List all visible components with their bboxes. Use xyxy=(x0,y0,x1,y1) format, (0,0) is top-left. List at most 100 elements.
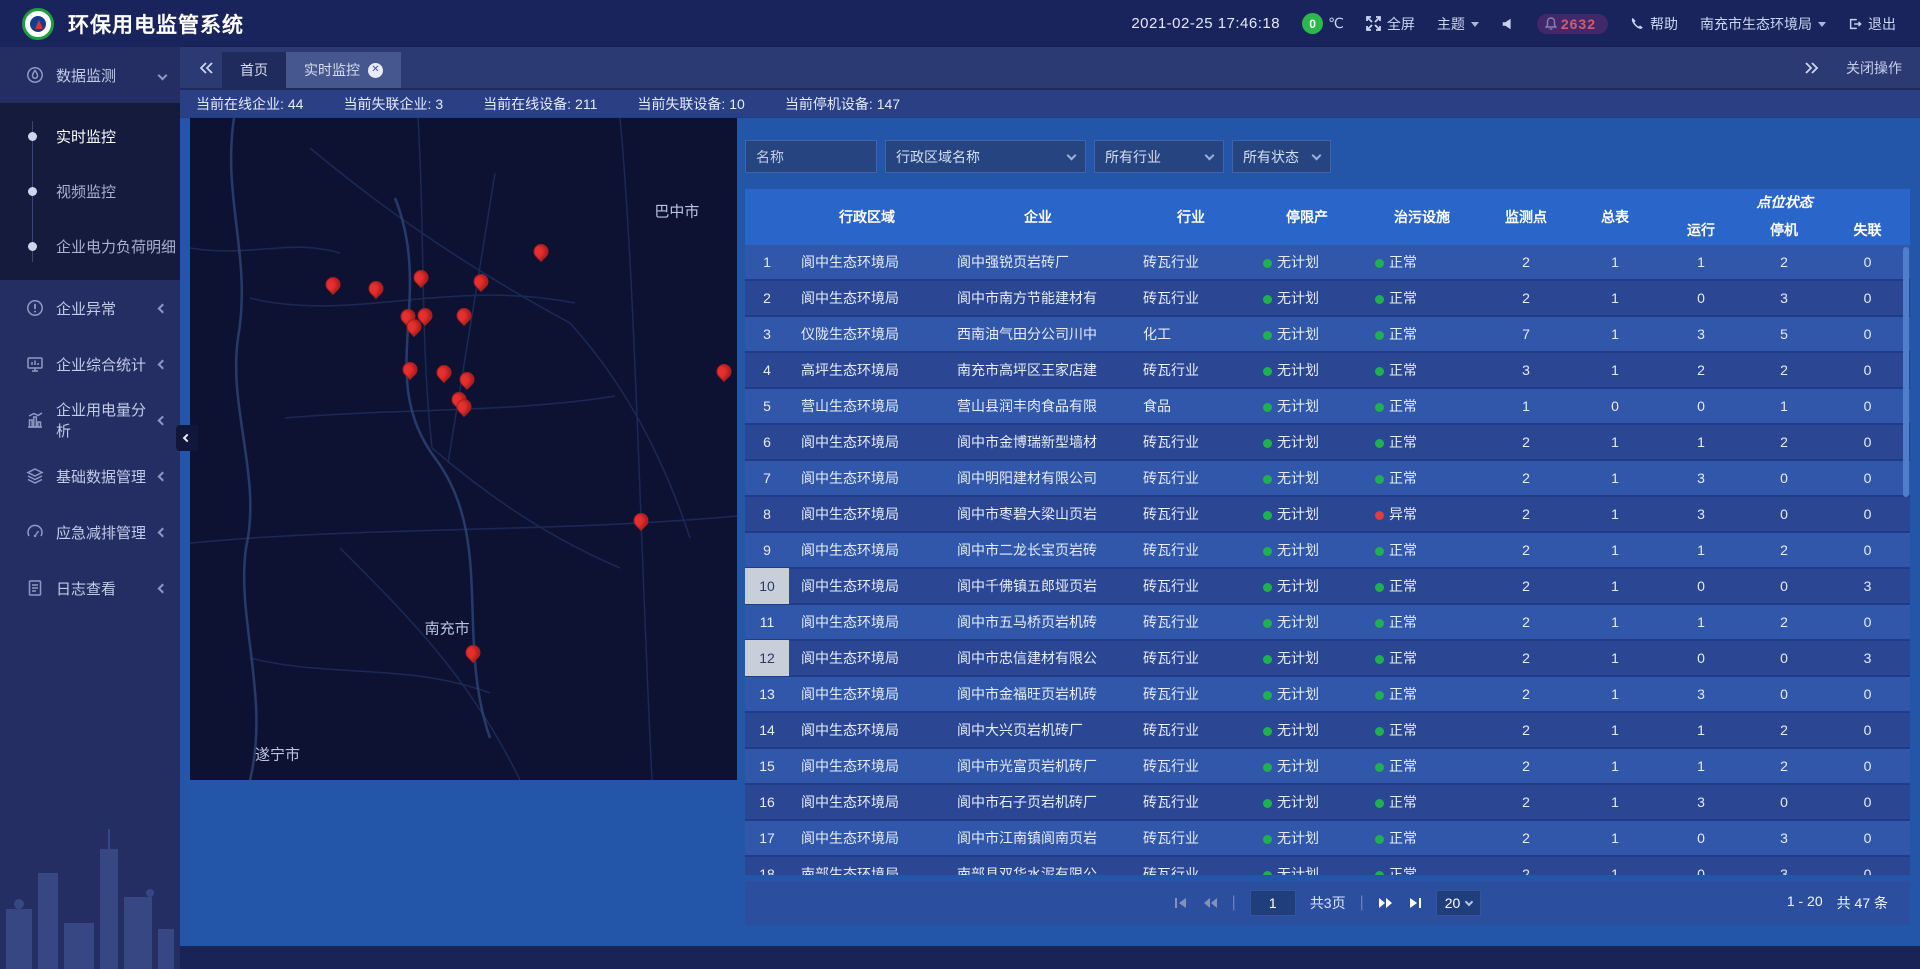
table-body: 1阆中生态环境局阆中强锐页岩砖厂砖瓦行业无计划正常211202阆中生态环境局阆中… xyxy=(745,245,1910,875)
table-row[interactable]: 9阆中生态环境局阆中市二龙长宝页岩砖砖瓦行业无计划正常21120 xyxy=(745,533,1910,569)
table-row[interactable]: 3仪陇生态环境局西南油气田分公司川中化工无计划正常71350 xyxy=(745,317,1910,353)
table-row[interactable]: 6阆中生态环境局阆中市金博瑞新型墙材砖瓦行业无计划正常21120 xyxy=(745,425,1910,461)
skyline-graphic xyxy=(0,819,180,969)
top-bar: 环保用电监管系统 2021-02-25 17:46:18 0 ℃ 全屏 主题 2… xyxy=(0,0,1920,47)
page-number-input[interactable] xyxy=(1250,890,1296,916)
industry-select[interactable]: 所有行业 xyxy=(1094,140,1224,173)
status-online-enterprises: 当前在线企业:44 xyxy=(196,94,303,114)
table-row[interactable]: 17阆中生态环境局阆中市江南镇阆南页岩砖瓦行业无计划正常21030 xyxy=(745,821,1910,857)
status-dot xyxy=(1375,439,1384,448)
tab-home[interactable]: 首页 xyxy=(222,52,286,88)
last-page-button[interactable] xyxy=(1408,896,1422,910)
table-row[interactable]: 5营山生态环境局营山县润丰肉食品有限食品无计划正常10010 xyxy=(745,389,1910,425)
bell-icon xyxy=(1545,17,1557,30)
map-label-layer: 巴中市南充市遂宁市 xyxy=(190,118,737,780)
sidebar-item-power-analysis[interactable]: 企业用电量分析 xyxy=(0,392,180,448)
table-row[interactable]: 15阆中生态环境局阆中市光富页岩机砖厂砖瓦行业无计划正常21120 xyxy=(745,749,1910,785)
gauge-icon xyxy=(26,523,44,541)
map-city-label: 遂宁市 xyxy=(255,743,300,764)
table-row[interactable]: 1阆中生态环境局阆中强锐页岩砖厂砖瓦行业无计划正常21120 xyxy=(745,245,1910,281)
sidebar-item-enterprise-abnormal[interactable]: 企业异常 xyxy=(0,280,180,336)
close-operations-button[interactable]: 关闭操作 xyxy=(1846,58,1902,78)
status-dot xyxy=(1263,259,1272,268)
theme-menu[interactable]: 主题 xyxy=(1437,14,1479,34)
tabs-scroll-right-icon[interactable] xyxy=(1804,61,1820,75)
status-dot xyxy=(1263,619,1272,628)
status-dot xyxy=(1263,403,1272,412)
table-row[interactable]: 14阆中生态环境局阆中大兴页岩机砖厂砖瓦行业无计划正常21120 xyxy=(745,713,1910,749)
sidebar-item-enterprise-stats[interactable]: 企业综合统计 xyxy=(0,336,180,392)
pagination-summary: 1 - 20 共 47 条 xyxy=(1787,893,1888,913)
status-dot xyxy=(1375,547,1384,556)
prev-page-button[interactable] xyxy=(1202,896,1218,910)
total-pages-label: 共3页 xyxy=(1310,893,1346,913)
chevron-left-icon xyxy=(158,415,168,425)
table-row[interactable]: 4高坪生态环境局南充市高坪区王家店建砖瓦行业无计划正常31220 xyxy=(745,353,1910,389)
page-size-select[interactable]: 20 xyxy=(1436,890,1482,916)
table-row[interactable]: 10阆中生态环境局阆中千佛镇五郎垭页岩砖瓦行业无计划正常21003 xyxy=(745,569,1910,605)
table-row[interactable]: 12阆中生态环境局阆中市忠信建材有限公砖瓦行业无计划正常21003 xyxy=(745,641,1910,677)
sidebar-item-base-data[interactable]: 基础数据管理 xyxy=(0,448,180,504)
sidebar-collapse-button[interactable] xyxy=(176,425,198,451)
table-row[interactable]: 18南部生态环境局南部县双华水泥有限公砖瓦行业无计划正常21030 xyxy=(745,857,1910,875)
org-menu[interactable]: 南充市生态环境局 xyxy=(1700,14,1826,34)
table-row[interactable]: 11阆中生态环境局阆中市五马桥页岩机砖砖瓦行业无计划正常21120 xyxy=(745,605,1910,641)
bar-chart-icon xyxy=(26,411,44,429)
app-title: 环保用电监管系统 xyxy=(68,9,244,39)
col-header-region: 行政区域 xyxy=(789,189,945,245)
region-select[interactable]: 行政区域名称 xyxy=(885,140,1086,173)
status-dot xyxy=(1375,727,1384,736)
status-dot xyxy=(1263,583,1272,592)
table-row[interactable]: 2阆中生态环境局阆中市南方节能建材有砖瓦行业无计划正常21030 xyxy=(745,281,1910,317)
help-button[interactable]: 帮助 xyxy=(1630,14,1678,34)
name-search-input[interactable] xyxy=(745,140,877,173)
status-dot xyxy=(1375,835,1384,844)
sidebar-item-realtime-monitor[interactable]: 实时监控 xyxy=(0,109,180,164)
fullscreen-button[interactable]: 全屏 xyxy=(1366,14,1415,34)
table-scrollbar[interactable] xyxy=(1903,247,1909,497)
table-row[interactable]: 7阆中生态环境局阆中明阳建材有限公司砖瓦行业无计划正常21300 xyxy=(745,461,1910,497)
temperature-badge: 0 xyxy=(1302,13,1323,34)
status-dot xyxy=(1375,691,1384,700)
data-monitor-icon xyxy=(26,66,44,84)
status-dot xyxy=(1263,295,1272,304)
status-online-devices: 当前在线设备:211 xyxy=(483,94,597,114)
temperature-unit: ℃ xyxy=(1328,15,1344,32)
prev-page-icon xyxy=(1202,896,1218,910)
table-row[interactable]: 13阆中生态环境局阆中市金福旺页岩机砖砖瓦行业无计划正常21300 xyxy=(745,677,1910,713)
sidebar-item-data-monitor[interactable]: 数据监测 xyxy=(0,47,180,103)
col-header-company: 企业 xyxy=(945,189,1131,245)
tabs-scroll-left-icon[interactable] xyxy=(198,61,214,75)
tab-close-icon[interactable]: ✕ xyxy=(368,63,383,78)
right-panel: 行政区域名称 所有行业 所有状态 行政区域 企业 行业 停限产 治污设施 监测点… xyxy=(745,118,1910,930)
status-dot xyxy=(1375,583,1384,592)
col-header-stop: 停机 xyxy=(1743,215,1825,245)
map[interactable]: 巴中市南充市遂宁市 xyxy=(190,118,737,780)
col-header-limit: 停限产 xyxy=(1251,189,1363,245)
table-row[interactable]: 16阆中生态环境局阆中市石子页岩机砖厂砖瓦行业无计划正常21300 xyxy=(745,785,1910,821)
status-offline-enterprises: 当前失联企业:3 xyxy=(343,94,443,114)
status-dot xyxy=(1263,547,1272,556)
logout-button[interactable]: 退出 xyxy=(1848,14,1896,34)
col-header-total: 总表 xyxy=(1571,189,1659,245)
first-page-button[interactable] xyxy=(1174,896,1188,910)
alarm-counter[interactable]: 2632 xyxy=(1537,14,1608,34)
sound-toggle[interactable] xyxy=(1501,17,1515,31)
first-page-icon xyxy=(1174,896,1188,910)
bottom-strip xyxy=(180,946,1920,969)
log-icon xyxy=(26,579,44,597)
chevron-down-icon xyxy=(158,70,168,80)
next-page-button[interactable] xyxy=(1378,896,1394,910)
status-dot xyxy=(1263,367,1272,376)
sidebar-item-log-view[interactable]: 日志查看 xyxy=(0,560,180,616)
sidebar-item-video-monitor[interactable]: 视频监控 xyxy=(0,164,180,219)
sidebar-item-power-load-detail[interactable]: 企业电力负荷明细 xyxy=(0,219,180,274)
table-row[interactable]: 8阆中生态环境局阆中市枣碧大梁山页岩砖瓦行业无计划异常21300 xyxy=(745,497,1910,533)
temperature: 0 ℃ xyxy=(1302,13,1344,34)
status-dot xyxy=(1263,835,1272,844)
tab-realtime-monitor[interactable]: 实时监控 ✕ xyxy=(286,52,401,88)
status-dot xyxy=(1375,367,1384,376)
layers-icon xyxy=(26,467,44,485)
status-select[interactable]: 所有状态 xyxy=(1232,140,1331,173)
sidebar-item-emergency-reduction[interactable]: 应急减排管理 xyxy=(0,504,180,560)
